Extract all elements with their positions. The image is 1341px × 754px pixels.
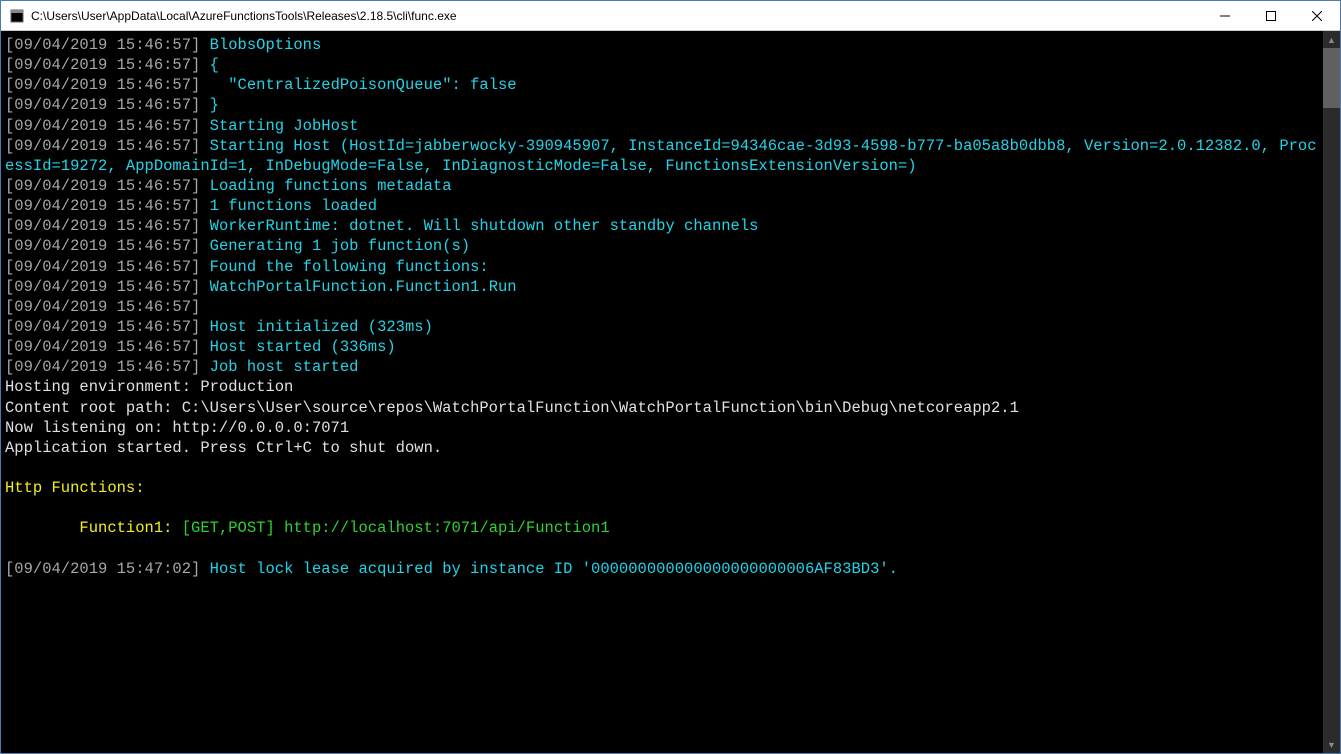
timestamp: [09/04/2019 15:46:57] [5,338,200,356]
log-line: WorkerRuntime: dotnet. Will shutdown oth… [210,217,759,235]
scroll-down-arrow[interactable]: ▼ [1323,736,1340,753]
scroll-up-arrow[interactable]: ▲ [1323,31,1340,48]
window-title: C:\Users\User\AppData\Local\AzureFunctio… [31,9,1202,23]
http-methods: [GET,POST] [182,519,275,537]
console-output[interactable]: [09/04/2019 15:46:57] BlobsOptions [09/04… [1,31,1323,753]
timestamp: [09/04/2019 15:46:57] [5,358,200,376]
console-area: [09/04/2019 15:46:57] BlobsOptions [09/04… [1,31,1340,753]
log-line: Host lock lease acquired by instance ID … [210,560,898,578]
maximize-button[interactable] [1248,1,1294,30]
scrollbar-thumb[interactable] [1323,48,1340,108]
timestamp: [09/04/2019 15:46:57] [5,278,200,296]
timestamp: [09/04/2019 15:46:57] [5,56,200,74]
log-line: { [210,56,219,74]
log-line: Loading functions metadata [210,177,452,195]
plain-line: Application started. Press Ctrl+C to shu… [5,438,1319,458]
timestamp: [09/04/2019 15:46:57] [5,177,200,195]
app-icon [9,8,25,24]
log-line: WatchPortalFunction.Function1.Run [210,278,517,296]
scrollbar-track[interactable] [1323,48,1340,736]
function-url: http://localhost:7071/api/Function1 [284,519,610,537]
log-line: Generating 1 job function(s) [210,237,470,255]
timestamp: [09/04/2019 15:46:57] [5,76,200,94]
window-controls [1202,1,1340,30]
log-line: BlobsOptions [210,36,322,54]
log-line: Host started (336ms) [210,338,396,356]
timestamp: [09/04/2019 15:46:57] [5,298,200,316]
timestamp: [09/04/2019 15:46:57] [5,217,200,235]
plain-line: Now listening on: http://0.0.0.0:7071 [5,418,1319,438]
log-line: Starting JobHost [210,117,359,135]
vertical-scrollbar[interactable]: ▲ ▼ [1323,31,1340,753]
log-line: Found the following functions: [210,258,489,276]
log-line: Host initialized (323ms) [210,318,433,336]
minimize-button[interactable] [1202,1,1248,30]
log-line: "CentralizedPoisonQueue": false [210,76,517,94]
log-line: 1 functions loaded [210,197,377,215]
log-line: Job host started [210,358,359,376]
timestamp: [09/04/2019 15:46:57] [5,137,200,155]
timestamp: [09/04/2019 15:46:57] [5,197,200,215]
timestamp: [09/04/2019 15:46:57] [5,318,200,336]
timestamp: [09/04/2019 15:46:57] [5,237,200,255]
timestamp: [09/04/2019 15:47:02] [5,560,200,578]
timestamp: [09/04/2019 15:46:57] [5,36,200,54]
titlebar: C:\Users\User\AppData\Local\AzureFunctio… [1,1,1340,31]
timestamp: [09/04/2019 15:46:57] [5,258,200,276]
log-line: } [210,96,219,114]
http-functions-header: Http Functions: [5,478,1319,498]
function-name: Function1: [79,519,172,537]
timestamp: [09/04/2019 15:46:57] [5,117,200,135]
log-line: Starting Host (HostId=jabberwocky-390945… [5,137,1317,175]
timestamp: [09/04/2019 15:46:57] [5,96,200,114]
console-window: C:\Users\User\AppData\Local\AzureFunctio… [0,0,1341,754]
plain-line: Content root path: C:\Users\User\source\… [5,398,1319,418]
plain-line: Hosting environment: Production [5,377,1319,397]
close-button[interactable] [1294,1,1340,30]
